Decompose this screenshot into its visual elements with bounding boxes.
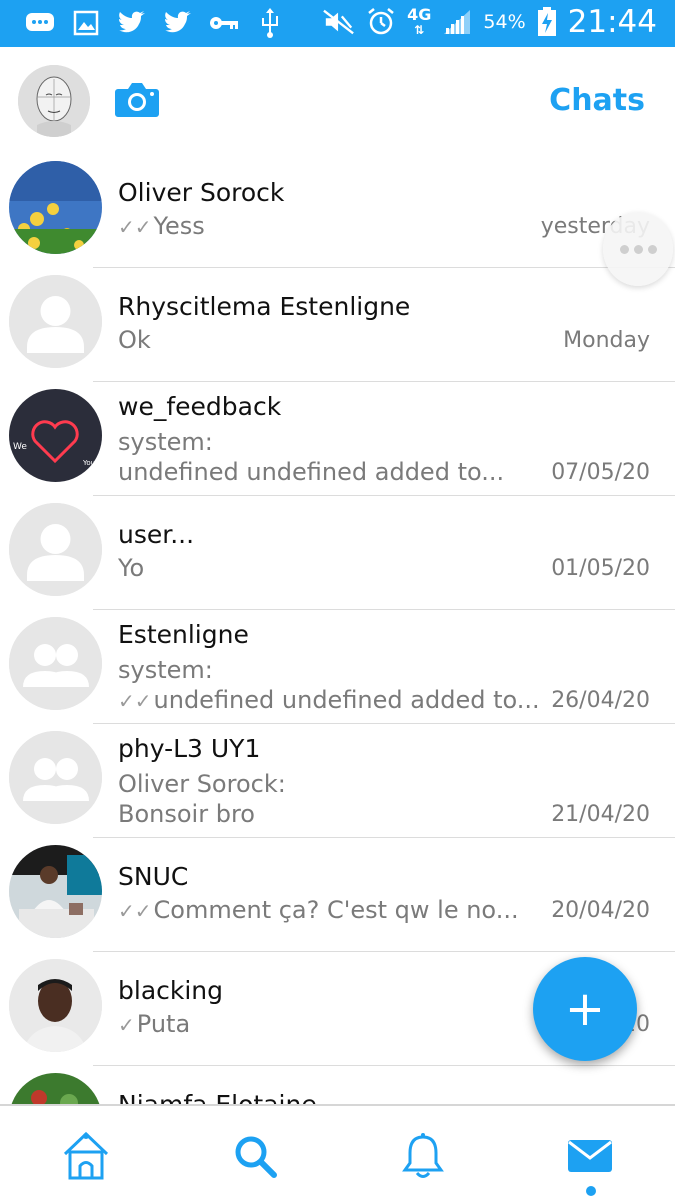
app-header: Chats: [0, 47, 675, 154]
chat-name: blacking: [118, 976, 224, 1005]
chat-name: Rhyscitlema Estenligne: [118, 292, 411, 321]
chat-name: Estenligne: [118, 620, 249, 649]
network-label: 4G: [407, 4, 432, 24]
search-icon[interactable]: [227, 1128, 283, 1184]
notification-icons: [24, 8, 286, 38]
twitter-icon: [162, 8, 194, 38]
chat-name: Oliver Sorock: [118, 178, 285, 207]
signal-icon: [441, 7, 473, 37]
chat-preview: Bonsoir bro: [118, 800, 255, 828]
system-icons: 4G ⇅ 54% 21:44: [323, 4, 657, 40]
chat-avatar: [9, 275, 102, 368]
chat-avatar: [9, 503, 102, 596]
chat-preview-text: Puta: [136, 1010, 191, 1038]
double-check-icon: ✓✓: [118, 899, 152, 923]
chat-avatar: [9, 845, 102, 938]
status-bar: 4G ⇅ 54% 21:44: [0, 0, 675, 47]
mail-icon[interactable]: [562, 1128, 618, 1184]
chat-bubble-icon: [24, 8, 56, 38]
chat-date: 26/04/20: [551, 688, 650, 713]
home-icon[interactable]: [58, 1128, 114, 1184]
chat-preview-text: undefined undefined added to...: [153, 686, 540, 714]
plus-icon: +: [564, 981, 606, 1037]
chat-preview-text: Yess: [153, 212, 205, 240]
chat-sender: Oliver Sorock:: [118, 770, 286, 798]
battery-charging-icon: [536, 7, 558, 37]
double-check-icon: ✓✓: [118, 215, 152, 239]
chat-preview: ✓✓Comment ça? C'est qw le no...: [118, 896, 519, 924]
chat-row[interactable]: SNUC ✓✓Comment ça? C'est qw le no... 20/…: [0, 838, 675, 952]
active-tab-indicator: [586, 1186, 596, 1196]
group-avatar: [9, 617, 102, 710]
chat-row[interactable]: Oliver Sorock ✓✓Yess yesterday: [0, 154, 675, 268]
profile-avatar[interactable]: [18, 65, 90, 137]
battery-percent: 54%: [483, 11, 526, 33]
double-check-icon: ✓✓: [118, 689, 152, 713]
chat-row[interactable]: Njamfa Elotaine: [0, 1066, 675, 1104]
data-arrows-icon: ⇅: [414, 22, 425, 37]
chat-date: 01/05/20: [551, 556, 650, 581]
chat-row[interactable]: We You we_feedback system: undefined und…: [0, 382, 675, 496]
more-options-icon[interactable]: [603, 212, 673, 286]
chat-preview: ✓✓undefined undefined added to...: [118, 686, 540, 714]
svg-text:You: You: [82, 459, 95, 467]
new-chat-button[interactable]: +: [533, 957, 637, 1061]
mute-icon: [323, 7, 355, 37]
chat-row[interactable]: Rhyscitlema Estenligne Ok Monday: [0, 268, 675, 382]
chat-sender: system:: [118, 428, 213, 456]
bottom-nav: [0, 1104, 675, 1202]
chat-name: SNUC: [118, 862, 189, 891]
chat-date: 21/04/20: [551, 802, 650, 827]
camera-icon[interactable]: [114, 79, 160, 119]
chat-name: we_feedback: [118, 392, 282, 421]
chat-avatar: [9, 161, 102, 254]
alarm-icon: [365, 7, 397, 37]
chat-preview: Yo: [118, 554, 145, 582]
group-avatar: [9, 731, 102, 824]
usb-icon: [254, 8, 286, 38]
svg-text:We: We: [13, 442, 27, 452]
chat-row[interactable]: phy-L3 UY1 Oliver Sorock: Bonsoir bro 21…: [0, 724, 675, 838]
chat-preview-text: Comment ça? C'est qw le no...: [153, 896, 519, 924]
chat-row[interactable]: Estenligne system: ✓✓undefined undefined…: [0, 610, 675, 724]
chat-preview: undefined undefined added to...: [118, 458, 505, 486]
chat-name: phy-L3 UY1: [118, 734, 261, 763]
chat-name: Njamfa Elotaine: [118, 1090, 317, 1104]
chat-avatar: [9, 1073, 102, 1104]
image-icon: [70, 8, 102, 38]
chat-preview: Ok: [118, 326, 151, 354]
chat-avatar: [9, 959, 102, 1052]
key-icon: [208, 8, 240, 38]
twitter-icon: [116, 8, 148, 38]
network-type: 4G ⇅: [407, 4, 432, 37]
check-icon: ✓: [118, 1013, 135, 1037]
bell-icon[interactable]: [395, 1128, 451, 1184]
chat-date: Monday: [563, 328, 650, 353]
chat-preview: ✓✓Yess: [118, 212, 205, 240]
chat-avatar: We You: [9, 389, 102, 482]
clock: 21:44: [567, 4, 657, 40]
chat-name: user...: [118, 520, 195, 549]
page-title: Chats: [549, 83, 645, 118]
chat-row[interactable]: user... Yo 01/05/20: [0, 496, 675, 610]
chat-preview: ✓Puta: [118, 1010, 190, 1038]
chat-date: 07/05/20: [551, 460, 650, 485]
chat-date: 20/04/20: [551, 898, 650, 923]
chat-sender: system:: [118, 656, 213, 684]
